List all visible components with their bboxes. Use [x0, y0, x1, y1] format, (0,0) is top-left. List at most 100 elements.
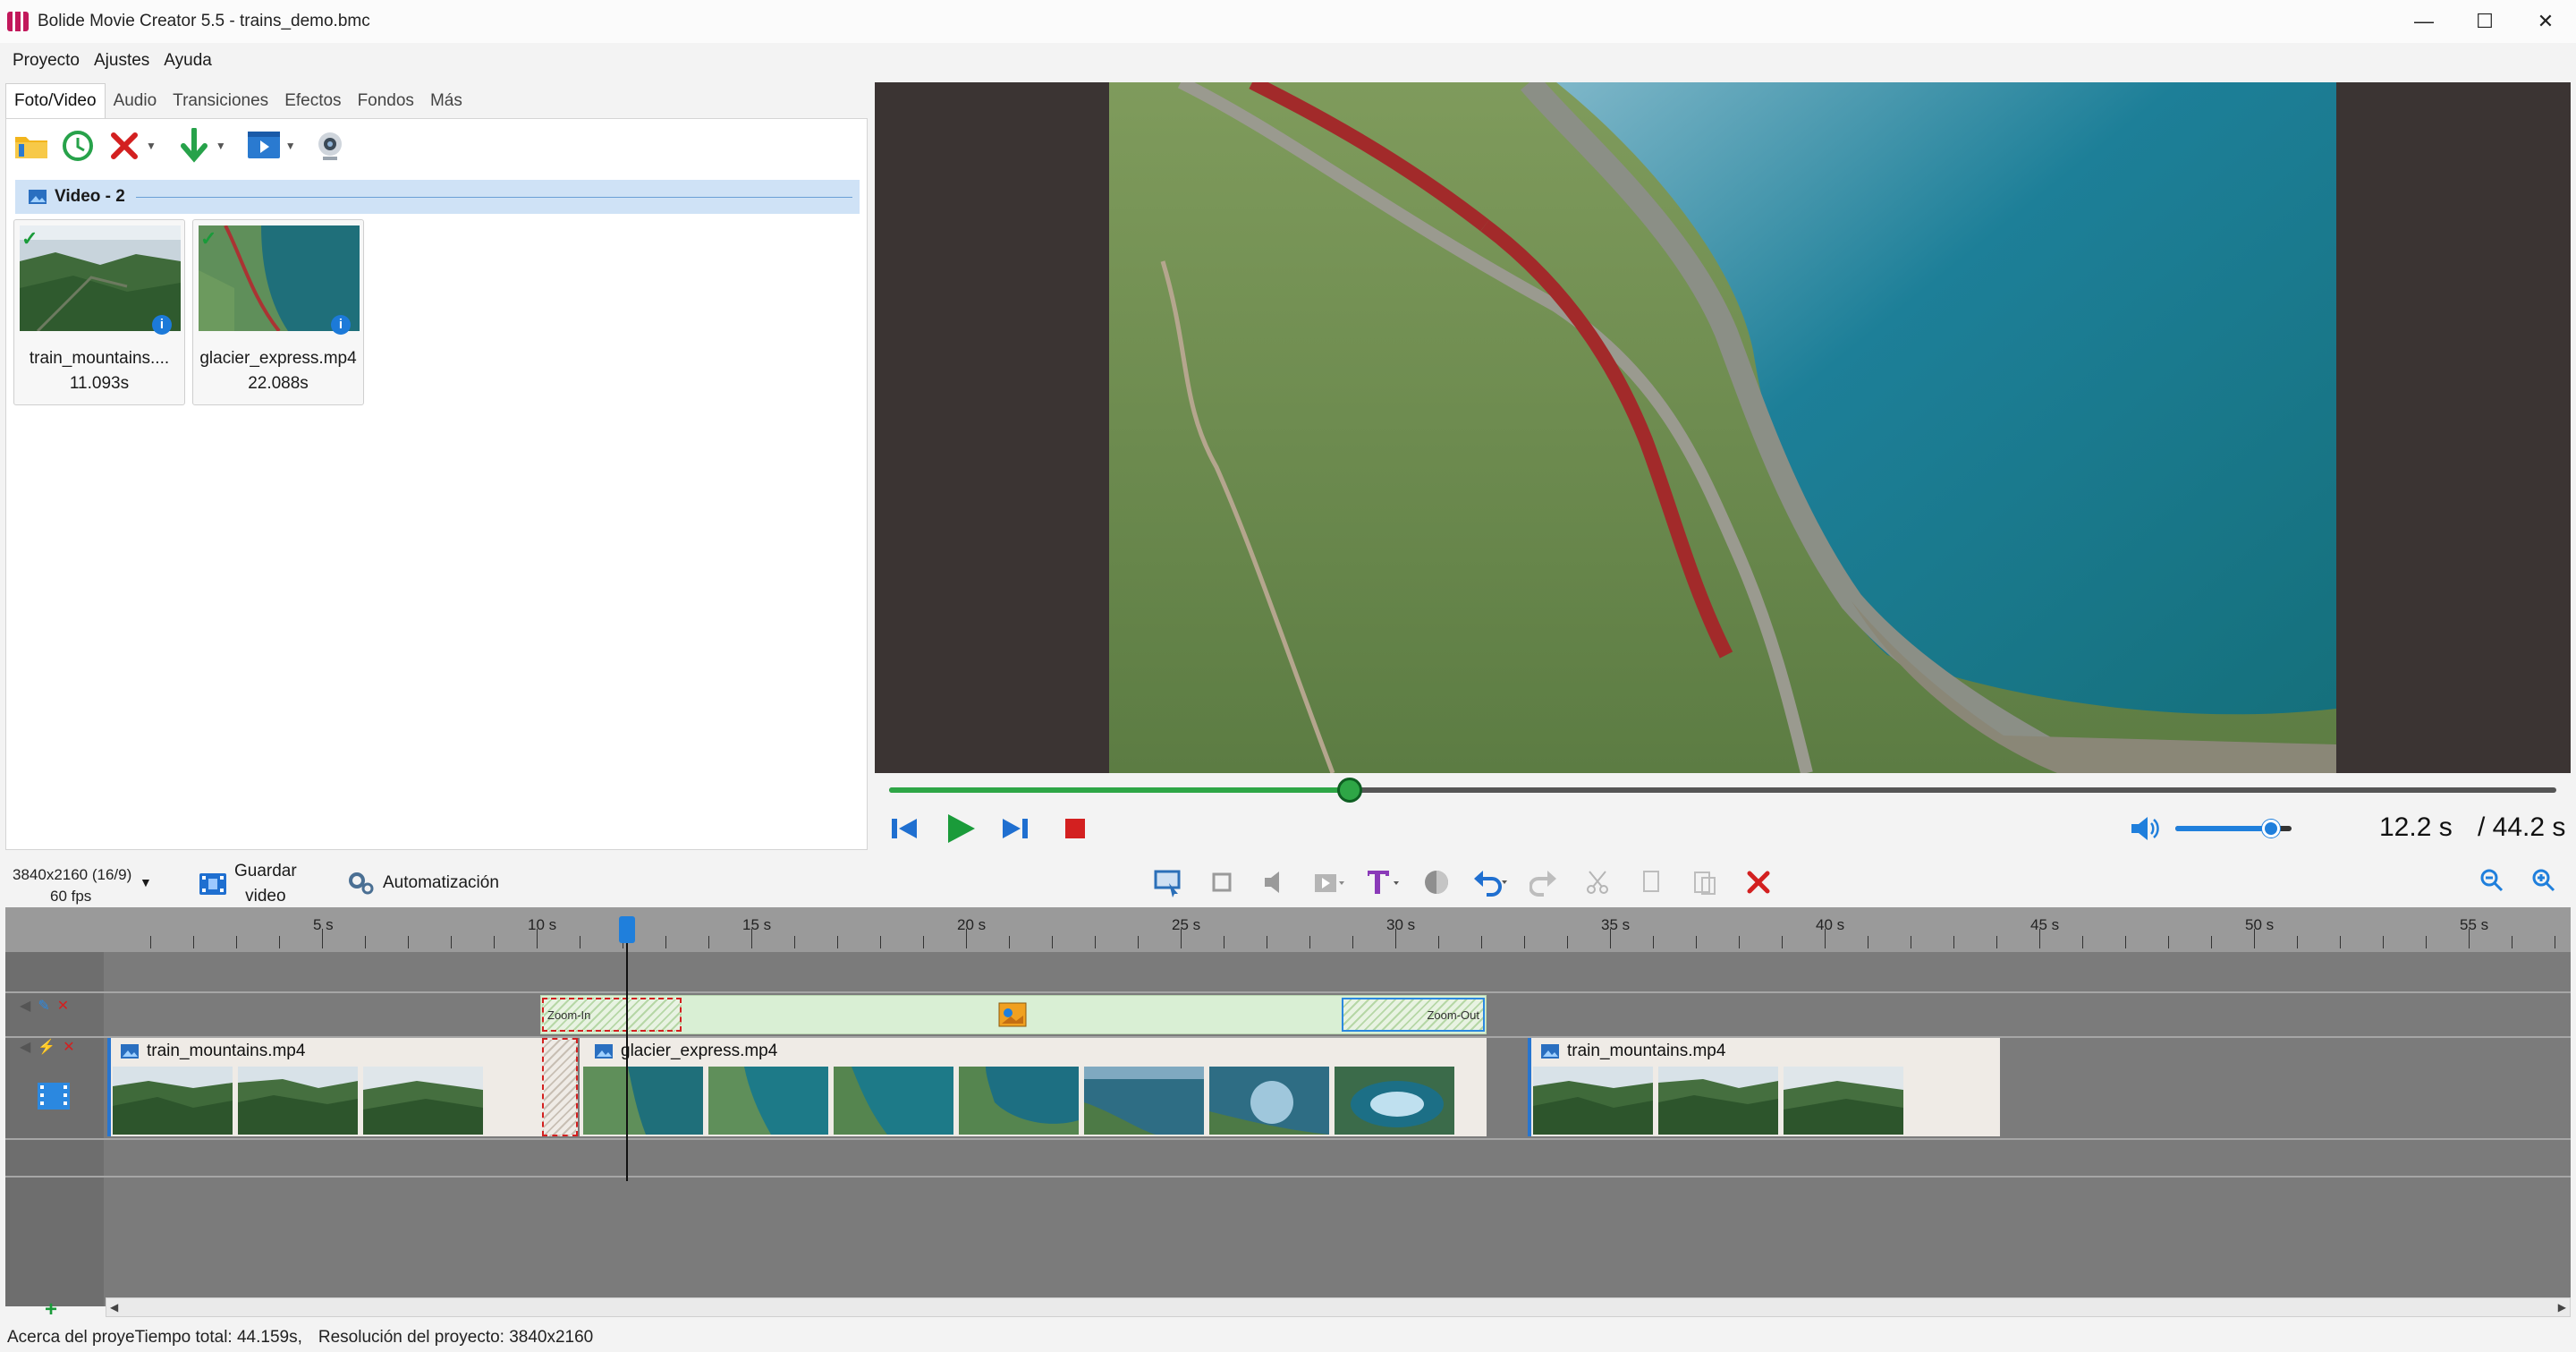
volume-slider[interactable] — [2175, 816, 2292, 841]
menu-bar: Proyecto Ajustes Ayuda — [0, 43, 2576, 79]
video-preview[interactable] — [875, 82, 2571, 773]
paste-icon[interactable] — [1687, 864, 1723, 900]
add-dropdown-caret[interactable]: ▼ — [216, 140, 226, 152]
ruler-tick — [1567, 936, 1568, 948]
previous-frame-button[interactable] — [886, 809, 925, 848]
library-item[interactable]: ✓ i train_mountains.... 11.093s — [13, 219, 185, 405]
zoom-in-icon[interactable] — [2528, 864, 2560, 897]
webcam-icon[interactable] — [310, 126, 350, 166]
save-video-button[interactable]: Guardar video — [199, 859, 297, 909]
stop-button[interactable] — [1055, 809, 1095, 848]
open-folder-icon[interactable] — [12, 126, 51, 166]
add-track-icon[interactable]: + — [45, 1297, 57, 1322]
clip-frame-thumbnail — [238, 1067, 358, 1135]
mute-speaker-icon[interactable] — [1258, 864, 1293, 900]
recent-clock-icon[interactable] — [58, 126, 97, 166]
text-tool-icon[interactable] — [1365, 864, 1401, 900]
tab-fondos[interactable]: Fondos — [350, 91, 422, 118]
info-icon[interactable]: i — [331, 315, 351, 335]
scroll-left-arrow-icon[interactable]: ◀ — [110, 1301, 118, 1314]
tab-foto-video[interactable]: Foto/Video — [5, 83, 106, 118]
ruler-tick — [1696, 936, 1697, 948]
ruler-tick — [1782, 936, 1783, 948]
transition-segment[interactable] — [542, 1038, 578, 1136]
track-delete-icon[interactable]: ✕ — [57, 997, 69, 1015]
ruler-tick — [665, 936, 666, 948]
close-button[interactable]: ✕ — [2515, 0, 2576, 43]
ruler-tick — [837, 936, 838, 948]
playhead-handle[interactable] — [619, 916, 635, 943]
zoom-out-label: Zoom-Out — [1427, 1008, 1479, 1022]
delete-clip-icon[interactable] — [1741, 864, 1776, 900]
resolution-label: 3840x2160 (16/9) — [13, 866, 132, 883]
timeline-clip[interactable]: glacier_express.mp4 — [580, 1038, 1487, 1136]
track-mute-icon[interactable]: ◀ — [20, 1038, 30, 1056]
timeline-clip[interactable]: train_mountains.mp4 — [107, 1038, 542, 1136]
ruler-tick — [2426, 936, 2427, 948]
zoom-in-segment[interactable]: Zoom-In — [542, 998, 682, 1032]
add-down-arrow-icon[interactable] — [174, 126, 214, 166]
undo-icon[interactable] — [1472, 864, 1508, 900]
time-ruler[interactable]: 5 s 10 s 15 s 20 s 25 s 30 s 35 s 40 s 45 s 50 s 5… — [5, 907, 2571, 952]
play-button[interactable] — [941, 809, 980, 848]
clip-frame-thumbnail — [583, 1067, 703, 1135]
project-format-dropdown-caret[interactable]: ▼ — [140, 875, 152, 889]
menu-proyecto[interactable]: Proyecto — [5, 51, 87, 71]
tab-mas[interactable]: Más — [422, 91, 470, 118]
image-clip-icon — [1541, 1044, 1559, 1059]
info-icon[interactable]: i — [152, 315, 172, 335]
library-item[interactable]: ✓ i glacier_express.mp4 22.088s — [192, 219, 364, 405]
playback-seek-slider[interactable] — [889, 778, 2556, 803]
minimize-button[interactable]: — — [2394, 0, 2454, 43]
library-item-name: glacier_express.mp4 — [199, 349, 357, 368]
redo-icon[interactable] — [1526, 864, 1562, 900]
playhead-line[interactable] — [626, 920, 628, 1181]
timeline-clip[interactable]: train_mountains.mp4 — [1528, 1038, 2000, 1136]
menu-ayuda[interactable]: Ayuda — [157, 51, 219, 71]
menu-ajustes[interactable]: Ajustes — [87, 51, 157, 71]
library-item-duration: 22.088s — [248, 374, 309, 393]
cut-icon[interactable] — [1580, 864, 1615, 900]
clip-play-icon[interactable] — [244, 126, 284, 166]
delete-dropdown-caret[interactable]: ▼ — [146, 140, 157, 152]
delete-x-icon[interactable] — [105, 126, 144, 166]
ruler-label: 40 s — [1816, 916, 1845, 933]
track-delete-icon[interactable]: ✕ — [63, 1038, 74, 1056]
ruler-tick — [2168, 936, 2169, 948]
tab-audio[interactable]: Audio — [106, 91, 165, 118]
clip-frame-thumbnail — [1209, 1067, 1329, 1135]
timeline-zoom-controls — [2476, 864, 2560, 897]
track-edit-icon[interactable]: ✎ — [38, 997, 49, 1015]
project-format-selector[interactable]: 3840x2160 (16/9) 60 fps — [13, 864, 131, 907]
ruler-tick — [193, 936, 194, 948]
scroll-right-arrow-icon[interactable]: ▶ — [2558, 1301, 2566, 1314]
library-body: ▼ ▼ ▼ Video - 2 ✓ i train_mountains.... … — [5, 118, 868, 850]
effect-image-icon[interactable] — [998, 1002, 1027, 1032]
clip-properties-icon[interactable] — [1311, 864, 1347, 900]
zoom-out-segment[interactable]: Zoom-Out — [1342, 998, 1485, 1032]
clip-frame-thumbnail — [1784, 1067, 1903, 1135]
clip-dropdown-caret[interactable]: ▼ — [285, 140, 296, 152]
color-filter-icon[interactable] — [1419, 864, 1454, 900]
volume-knob[interactable] — [2261, 820, 2280, 838]
video-group-header[interactable]: Video - 2 — [15, 180, 860, 214]
tab-efectos[interactable]: Efectos — [276, 91, 349, 118]
clip-name: train_mountains.mp4 — [1567, 1042, 1726, 1060]
timeline-horizontal-scrollbar[interactable]: ◀ ▶ — [106, 1297, 2571, 1317]
status-total-time: Tiempo total: 44.159s, — [134, 1327, 302, 1347]
crop-icon[interactable] — [1204, 864, 1240, 900]
ruler-tick — [365, 936, 366, 948]
track-mute-icon[interactable]: ◀ — [20, 997, 30, 1015]
maximize-button[interactable]: ☐ — [2454, 0, 2515, 43]
image-group-icon — [29, 190, 47, 204]
automation-button[interactable]: Automatización — [347, 870, 499, 897]
tab-transiciones[interactable]: Transiciones — [165, 91, 276, 118]
next-frame-button[interactable] — [995, 809, 1034, 848]
zoom-out-icon[interactable] — [2476, 864, 2508, 897]
volume-button[interactable] — [2125, 809, 2165, 848]
copy-icon[interactable] — [1633, 864, 1669, 900]
select-screen-icon[interactable] — [1150, 864, 1186, 900]
track-lock-icon[interactable]: ⚡ — [38, 1038, 55, 1056]
media-library-panel: Foto/Video Audio Transiciones Efectos Fo… — [5, 82, 868, 850]
seek-knob[interactable] — [1337, 778, 1363, 803]
